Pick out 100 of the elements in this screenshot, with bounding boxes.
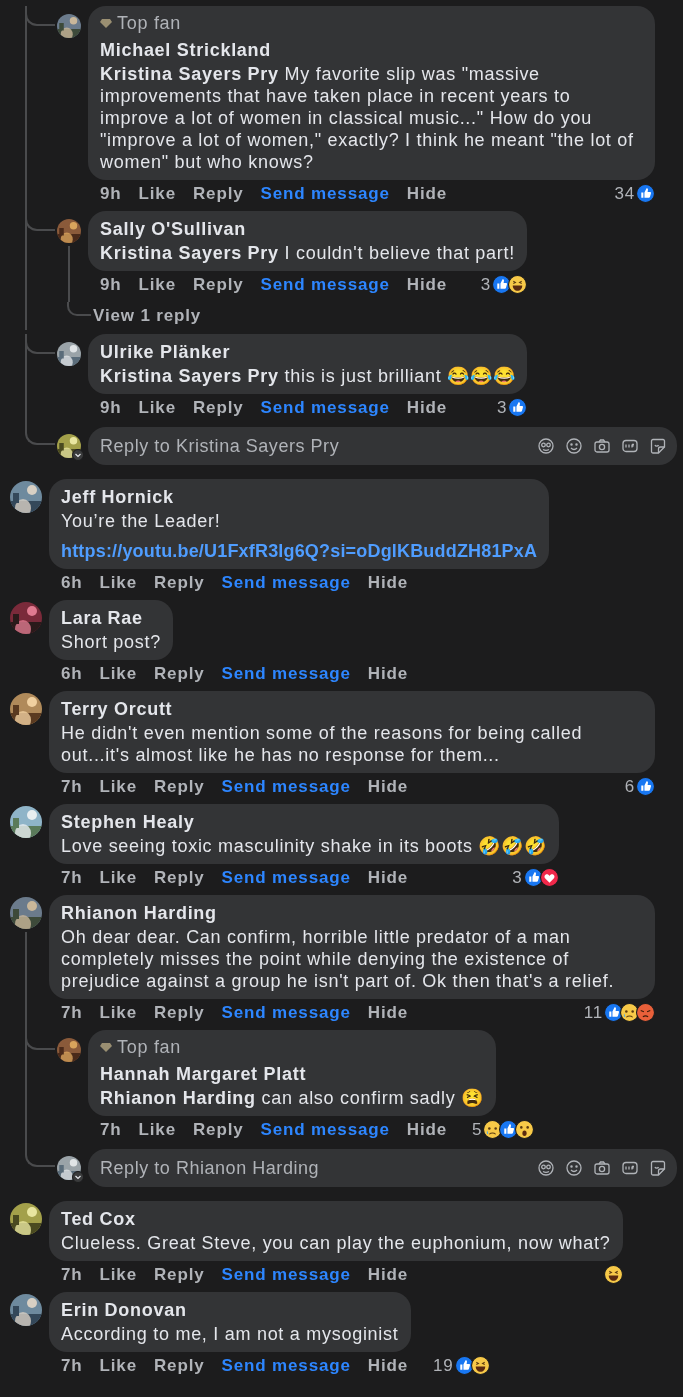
avatar-sticker-icon[interactable] <box>537 437 555 455</box>
hide-link[interactable]: Hide <box>367 773 409 800</box>
hide-link[interactable]: Hide <box>406 1116 448 1143</box>
like-link[interactable]: Like <box>99 999 137 1026</box>
author-name[interactable]: Michael Strickland <box>100 39 643 61</box>
timestamp[interactable]: 7h <box>61 999 83 1026</box>
reaction-count: 3 <box>480 273 491 296</box>
link[interactable]: https://youtu.be/U1FxfR3lg6Q?si=oDglKBuddZH81PxA <box>61 540 538 562</box>
like-reaction-icon <box>508 398 528 417</box>
send-message-link[interactable]: Send message <box>221 999 351 1026</box>
sticker-icon[interactable] <box>649 437 667 455</box>
like-link[interactable]: Like <box>99 1261 137 1288</box>
author-name[interactable]: Erin Donovan <box>61 1299 399 1321</box>
send-message-link[interactable]: Send message <box>260 394 390 421</box>
author-name[interactable]: Lara Rae <box>61 607 161 629</box>
timestamp[interactable]: 7h <box>100 1116 122 1143</box>
author-name[interactable]: Rhianon Harding <box>61 902 643 924</box>
timestamp[interactable]: 6h <box>61 660 83 687</box>
hide-link[interactable]: Hide <box>367 999 409 1026</box>
like-link[interactable]: Like <box>99 864 137 891</box>
hide-link[interactable]: Hide <box>367 569 409 596</box>
emoji-icon[interactable] <box>565 437 583 455</box>
reply-box[interactable]: Reply to Kristina Sayers Pry <box>88 427 677 465</box>
timestamp[interactable]: 7h <box>61 1261 83 1288</box>
timestamp[interactable]: 7h <box>61 773 83 800</box>
send-message-link[interactable]: Send message <box>221 773 351 800</box>
reply-link[interactable]: Reply <box>153 569 205 596</box>
reply-link[interactable]: Reply <box>153 1352 205 1379</box>
send-message-link[interactable]: Send message <box>260 271 390 298</box>
like-reaction-icon <box>636 184 655 203</box>
camera-icon[interactable] <box>593 437 611 455</box>
sad-reaction-icon <box>483 1120 503 1139</box>
like-link[interactable]: Like <box>138 394 176 421</box>
author-name[interactable]: Ulrike Plänker <box>100 341 516 363</box>
author-name[interactable]: Sally O'Sullivan <box>100 218 515 240</box>
like-link[interactable]: Like <box>99 569 137 596</box>
reply-input[interactable]: Reply to Rhianon Harding <box>100 1154 537 1182</box>
comment-text: Kristina Sayers Pry this is just brilliant 😂😂😂 <box>100 365 516 387</box>
like-link[interactable]: Like <box>138 180 176 207</box>
send-message-link[interactable]: Send message <box>221 569 351 596</box>
like-link[interactable]: Like <box>99 773 137 800</box>
hide-link[interactable]: Hide <box>367 660 409 687</box>
author-name[interactable]: Jeff Hornick <box>61 486 538 508</box>
send-message-link[interactable]: Send message <box>221 660 351 687</box>
timestamp[interactable]: 9h <box>100 271 122 298</box>
reply-link[interactable]: Reply <box>192 394 244 421</box>
timestamp[interactable]: 7h <box>61 864 83 891</box>
like-reaction-icon <box>604 1003 623 1022</box>
love-reaction-icon <box>539 868 559 887</box>
avatar-sticker-icon[interactable] <box>537 1159 555 1177</box>
reply-link[interactable]: Reply <box>153 1261 205 1288</box>
hide-link[interactable]: Hide <box>367 864 409 891</box>
timestamp[interactable]: 9h <box>100 394 122 421</box>
top-fan-label: Top fan <box>117 13 182 33</box>
reply-link[interactable]: Reply <box>153 660 205 687</box>
reply-input[interactable]: Reply to Kristina Sayers Pry <box>100 432 537 460</box>
haha-reaction-icon <box>507 275 527 294</box>
gif-icon[interactable] <box>621 437 639 455</box>
reply-link[interactable]: Reply <box>153 773 205 800</box>
diamond-icon <box>100 1042 112 1052</box>
view-replies-link[interactable]: View 1 reply <box>93 303 202 329</box>
timestamp[interactable]: 9h <box>100 180 122 207</box>
send-message-link[interactable]: Send message <box>260 1116 390 1143</box>
send-message-link[interactable]: Send message <box>221 1352 351 1379</box>
sticker-icon[interactable] <box>649 1159 667 1177</box>
reply-link[interactable]: Reply <box>192 271 244 298</box>
reply-link[interactable]: Reply <box>153 999 205 1026</box>
author-name[interactable]: Hannah Margaret Platt <box>100 1063 484 1085</box>
emoji-icon[interactable] <box>565 1159 583 1177</box>
reply-box[interactable]: Reply to Rhianon Harding <box>88 1149 677 1187</box>
timestamp[interactable]: 7h <box>61 1352 83 1379</box>
hide-link[interactable]: Hide <box>406 180 448 207</box>
comment-text: Rhianon Harding can also confirm sadly 😫 <box>100 1087 484 1109</box>
like-link[interactable]: Like <box>138 271 176 298</box>
timestamp[interactable]: 6h <box>61 569 83 596</box>
reply-link[interactable]: Reply <box>192 180 244 207</box>
reaction-count: 6 <box>624 775 635 798</box>
chevron-icon[interactable] <box>72 449 84 461</box>
hide-link[interactable]: Hide <box>367 1261 409 1288</box>
reply-link[interactable]: Reply <box>192 1116 244 1143</box>
send-message-link[interactable]: Send message <box>260 180 390 207</box>
gif-icon[interactable] <box>621 1159 639 1177</box>
author-name[interactable]: Terry Orcutt <box>61 698 643 720</box>
hide-link[interactable]: Hide <box>406 394 448 421</box>
author-name[interactable]: Stephen Healy <box>61 811 547 833</box>
reaction-count: 3 <box>496 396 508 419</box>
like-link[interactable]: Like <box>99 660 137 687</box>
hide-link[interactable]: Hide <box>406 271 448 298</box>
comment-text: He didn't even mention some of the reasons for being called out...it's almost like he has no response for them... <box>61 722 584 766</box>
like-link[interactable]: Like <box>99 1352 137 1379</box>
angry-reaction-icon <box>636 1003 655 1022</box>
send-message-link[interactable]: Send message <box>221 1261 351 1288</box>
send-message-link[interactable]: Send message <box>221 864 351 891</box>
reply-link[interactable]: Reply <box>153 864 205 891</box>
hide-link[interactable]: Hide <box>367 1352 409 1379</box>
author-name[interactable]: Ted Cox <box>61 1208 611 1230</box>
comment-text: Oh dear dear. Can confirm, horrible little predator of a man completely misses the point while denying the existence of prejudice against a group he isn't part of. Ok then that's a relief. <box>61 926 616 992</box>
chevron-icon[interactable] <box>72 1171 84 1183</box>
like-link[interactable]: Like <box>138 1116 176 1143</box>
camera-icon[interactable] <box>593 1159 611 1177</box>
